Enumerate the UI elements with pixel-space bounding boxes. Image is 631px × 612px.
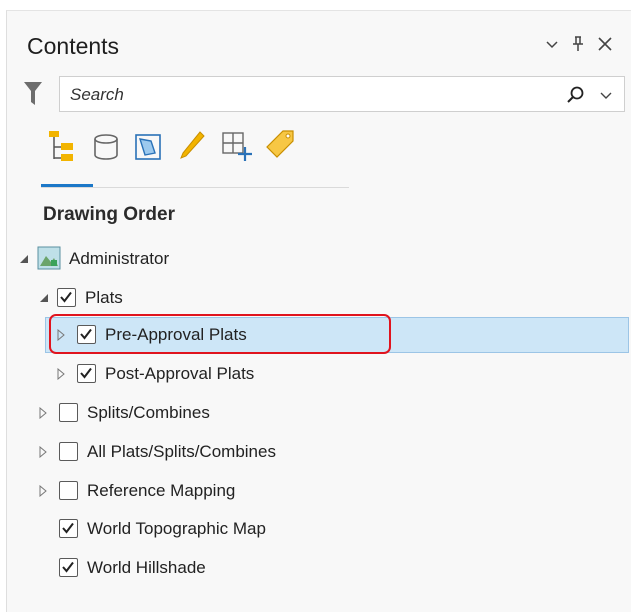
tree-item-label: World Hillshade <box>87 558 206 577</box>
layer-checkbox[interactable] <box>59 558 78 577</box>
pin-icon[interactable] <box>571 35 585 53</box>
list-by-drawing-order-icon[interactable] <box>43 125 77 165</box>
expand-triangle-icon[interactable] <box>57 367 67 381</box>
search-box <box>59 76 625 112</box>
contents-pane: Contents Search Drawing Order Administra… <box>6 10 631 612</box>
search-icon[interactable] <box>566 85 586 110</box>
tree-item-label: Post-Approval Plats <box>105 364 255 383</box>
tree-row-layer[interactable]: Reference Mapping <box>7 473 631 509</box>
section-title: Drawing Order <box>43 204 175 225</box>
map-icon <box>37 246 61 275</box>
layer-checkbox[interactable] <box>59 481 78 500</box>
tree-item-label: Reference Mapping <box>87 481 236 500</box>
layer-checkbox[interactable] <box>59 442 78 461</box>
pane-options-chevron-icon[interactable] <box>545 37 559 51</box>
tree-row-layer[interactable]: Pre-Approval Plats <box>7 317 631 353</box>
close-icon[interactable] <box>597 36 613 52</box>
list-by-selection-icon[interactable] <box>131 125 165 165</box>
collapse-triangle-icon[interactable] <box>19 252 29 266</box>
tree-row-group[interactable]: Plats <box>7 280 631 316</box>
tree-row-map[interactable]: Administrator <box>7 241 631 277</box>
layer-checkbox[interactable] <box>59 519 78 538</box>
expand-triangle-icon[interactable] <box>39 484 49 498</box>
filter-icon[interactable] <box>23 81 45 107</box>
tree-row-basemap[interactable]: World Hillshade <box>7 550 631 586</box>
list-by-snapping-icon[interactable] <box>219 125 253 165</box>
layer-checkbox[interactable] <box>57 288 76 307</box>
collapse-triangle-icon[interactable] <box>39 291 49 305</box>
tree-item-label: Administrator <box>69 249 170 268</box>
pane-title: Contents <box>27 33 120 59</box>
tree-row-layer[interactable]: All Plats/Splits/Combines <box>7 434 631 470</box>
tree-item-label: World Topographic Map <box>87 519 266 538</box>
list-by-editing-icon[interactable] <box>175 125 209 165</box>
list-by-labeling-icon[interactable] <box>263 125 297 165</box>
tree-item-label: All Plats/Splits/Combines <box>87 442 276 461</box>
tree-row-layer[interactable]: Post-Approval Plats <box>7 356 631 392</box>
search-input[interactable] <box>68 83 548 107</box>
tree-row-basemap[interactable]: World Topographic Map <box>7 511 631 547</box>
expand-triangle-icon[interactable] <box>39 445 49 459</box>
layer-checkbox[interactable] <box>77 325 96 344</box>
list-by-data-source-icon[interactable] <box>89 125 123 165</box>
expand-triangle-icon[interactable] <box>39 406 49 420</box>
expand-triangle-icon[interactable] <box>57 328 67 342</box>
tree-item-label: Plats <box>85 288 123 307</box>
tree-item-label: Splits/Combines <box>87 403 210 422</box>
layer-checkbox[interactable] <box>77 364 96 383</box>
tree-item-label: Pre-Approval Plats <box>105 325 247 344</box>
toolbar-divider <box>41 187 349 188</box>
layer-checkbox[interactable] <box>59 403 78 422</box>
tree-row-layer[interactable]: Splits/Combines <box>7 395 631 431</box>
search-options-chevron-icon[interactable] <box>600 88 612 106</box>
